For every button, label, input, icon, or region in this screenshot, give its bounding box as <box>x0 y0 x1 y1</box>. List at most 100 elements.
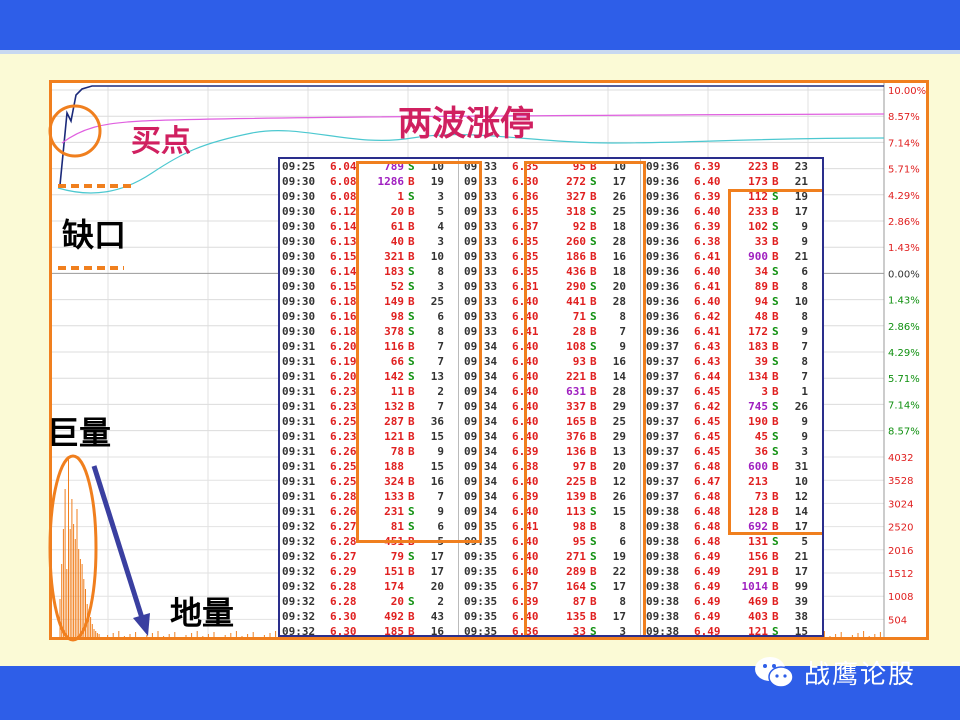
tick-time: 09:37 <box>646 385 680 398</box>
ticker-row: 09:36 6.39 223 B 23 <box>644 159 822 174</box>
tick-count: 28 <box>612 295 626 308</box>
ticker-row: 09:33 6.35 95 B 10 <box>462 159 644 174</box>
tick-time: 09:34 <box>464 340 498 353</box>
tick-time: 09:34 <box>464 370 498 383</box>
tick-price: 6.41 <box>512 325 539 338</box>
tick-time: 09:30 <box>282 190 316 203</box>
ticker-row: 09:35 6.40 271 S 19 <box>462 549 644 564</box>
tick-volume: 1286 <box>377 175 405 188</box>
tick-time: 09:30 <box>282 295 316 308</box>
tick-time: 09:37 <box>646 340 680 353</box>
tick-side: B <box>772 580 779 593</box>
tick-price: 6.15 <box>330 280 357 293</box>
tick-count: 3 <box>801 445 808 458</box>
tick-volume: 174 <box>384 580 404 593</box>
ticker-row: 09:36 6.39 102 S 9 <box>644 219 822 234</box>
tick-side: S <box>772 445 779 458</box>
tick-side: B <box>590 610 597 623</box>
tick-price: 6.25 <box>330 460 357 473</box>
tick-side: B <box>590 355 597 368</box>
tick-price: 6.39 <box>512 490 539 503</box>
tick-price: 6.12 <box>330 205 357 218</box>
tick-volume: 378 <box>384 325 404 338</box>
tick-count: 16 <box>430 475 444 488</box>
tick-price: 6.40 <box>512 340 539 353</box>
tick-volume: 45 <box>754 430 768 443</box>
volume-tick: 1512 <box>888 569 913 580</box>
tick-count: 6 <box>801 265 808 278</box>
tick-time: 09:32 <box>282 550 316 563</box>
ticker-row: 09:32 6.27 81 S 6 <box>280 519 462 534</box>
tick-count: 9 <box>619 340 626 353</box>
tick-count: 18 <box>612 265 626 278</box>
tick-price: 6.49 <box>694 625 721 637</box>
tick-time: 09:37 <box>646 370 680 383</box>
tick-side: B <box>772 610 779 623</box>
tick-count: 16 <box>612 355 626 368</box>
tick-price: 6.41 <box>512 520 539 533</box>
tick-volume: 337 <box>566 400 586 413</box>
tick-volume: 287 <box>384 415 404 428</box>
two-waves-label: 两波涨停 <box>398 104 534 144</box>
tick-time: 09:38 <box>646 595 680 608</box>
tick-price: 6.38 <box>512 460 539 473</box>
tick-price: 6.40 <box>512 355 539 368</box>
tick-side: B <box>772 460 779 473</box>
tick-volume: 260 <box>566 235 586 248</box>
tick-price: 6.35 <box>512 160 539 173</box>
ticker-row: 09:32 6.28 20 S 2 <box>280 594 462 609</box>
tick-volume: 188 <box>384 460 404 473</box>
tick-time: 09:35 <box>464 520 498 533</box>
tick-time: 09:31 <box>282 460 316 473</box>
tick-time: 09:38 <box>646 505 680 518</box>
ticker-row: 09:30 6.15 321 B 10 <box>280 249 462 264</box>
tick-count: 7 <box>437 400 444 413</box>
tick-side: S <box>408 595 415 608</box>
tick-count: 17 <box>794 520 808 533</box>
tick-count: 2 <box>437 595 444 608</box>
tick-side: S <box>408 370 415 383</box>
tick-side: B <box>772 550 779 563</box>
tick-count: 3 <box>437 235 444 248</box>
ticker-row: 09:31 6.23 11 B 2 <box>280 384 462 399</box>
tick-side: B <box>772 340 779 353</box>
price-pct-tick: 1.43% <box>888 296 920 307</box>
ticker-row: 09:36 6.41 172 S 9 <box>644 324 822 339</box>
tick-side: S <box>408 160 415 173</box>
tick-count: 25 <box>612 205 626 218</box>
tick-side: S <box>408 310 415 323</box>
ticker-row: 09:36 6.41 89 B 8 <box>644 279 822 294</box>
tick-count: 14 <box>794 505 808 518</box>
tick-count: 10 <box>430 160 444 173</box>
tick-volume: 102 <box>748 220 768 233</box>
tick-price: 6.45 <box>694 445 721 458</box>
ticker-row: 09:33 6.41 28 B 7 <box>462 324 644 339</box>
tick-count: 17 <box>430 550 444 563</box>
tick-volume: 79 <box>390 550 404 563</box>
tick-count: 36 <box>430 415 444 428</box>
tick-side: B <box>590 370 597 383</box>
tick-time: 09:25 <box>282 160 316 173</box>
tick-side: B <box>590 460 597 473</box>
tick-volume: 327 <box>566 190 586 203</box>
ticker-row: 09:33 6.35 260 S 28 <box>462 234 644 249</box>
tick-volume: 441 <box>566 295 586 308</box>
ticker-row: 09:31 6.25 324 B 16 <box>280 474 462 489</box>
tick-count: 9 <box>801 220 808 233</box>
tick-side: B <box>408 340 415 353</box>
ticker-row: 09:37 6.45 3 B 1 <box>644 384 822 399</box>
tick-side: S <box>408 520 415 533</box>
tick-price: 6.48 <box>694 460 721 473</box>
tick-price: 6.37 <box>512 580 539 593</box>
tick-side: B <box>408 475 415 488</box>
tick-volume: 156 <box>748 550 768 563</box>
tick-time: 09:34 <box>464 490 498 503</box>
tick-count: 7 <box>801 340 808 353</box>
top-banner-line <box>0 50 960 54</box>
price-pct-tick: 5.71% <box>888 165 920 176</box>
tick-time: 09:30 <box>282 175 316 188</box>
ticker-row: 09:32 6.28 451 B 5 <box>280 534 462 549</box>
ticker-row: 09:38 6.49 403 B 38 <box>644 609 822 624</box>
tick-side: B <box>590 520 597 533</box>
ticker-row: 09:34 6.39 139 B 26 <box>462 489 644 504</box>
